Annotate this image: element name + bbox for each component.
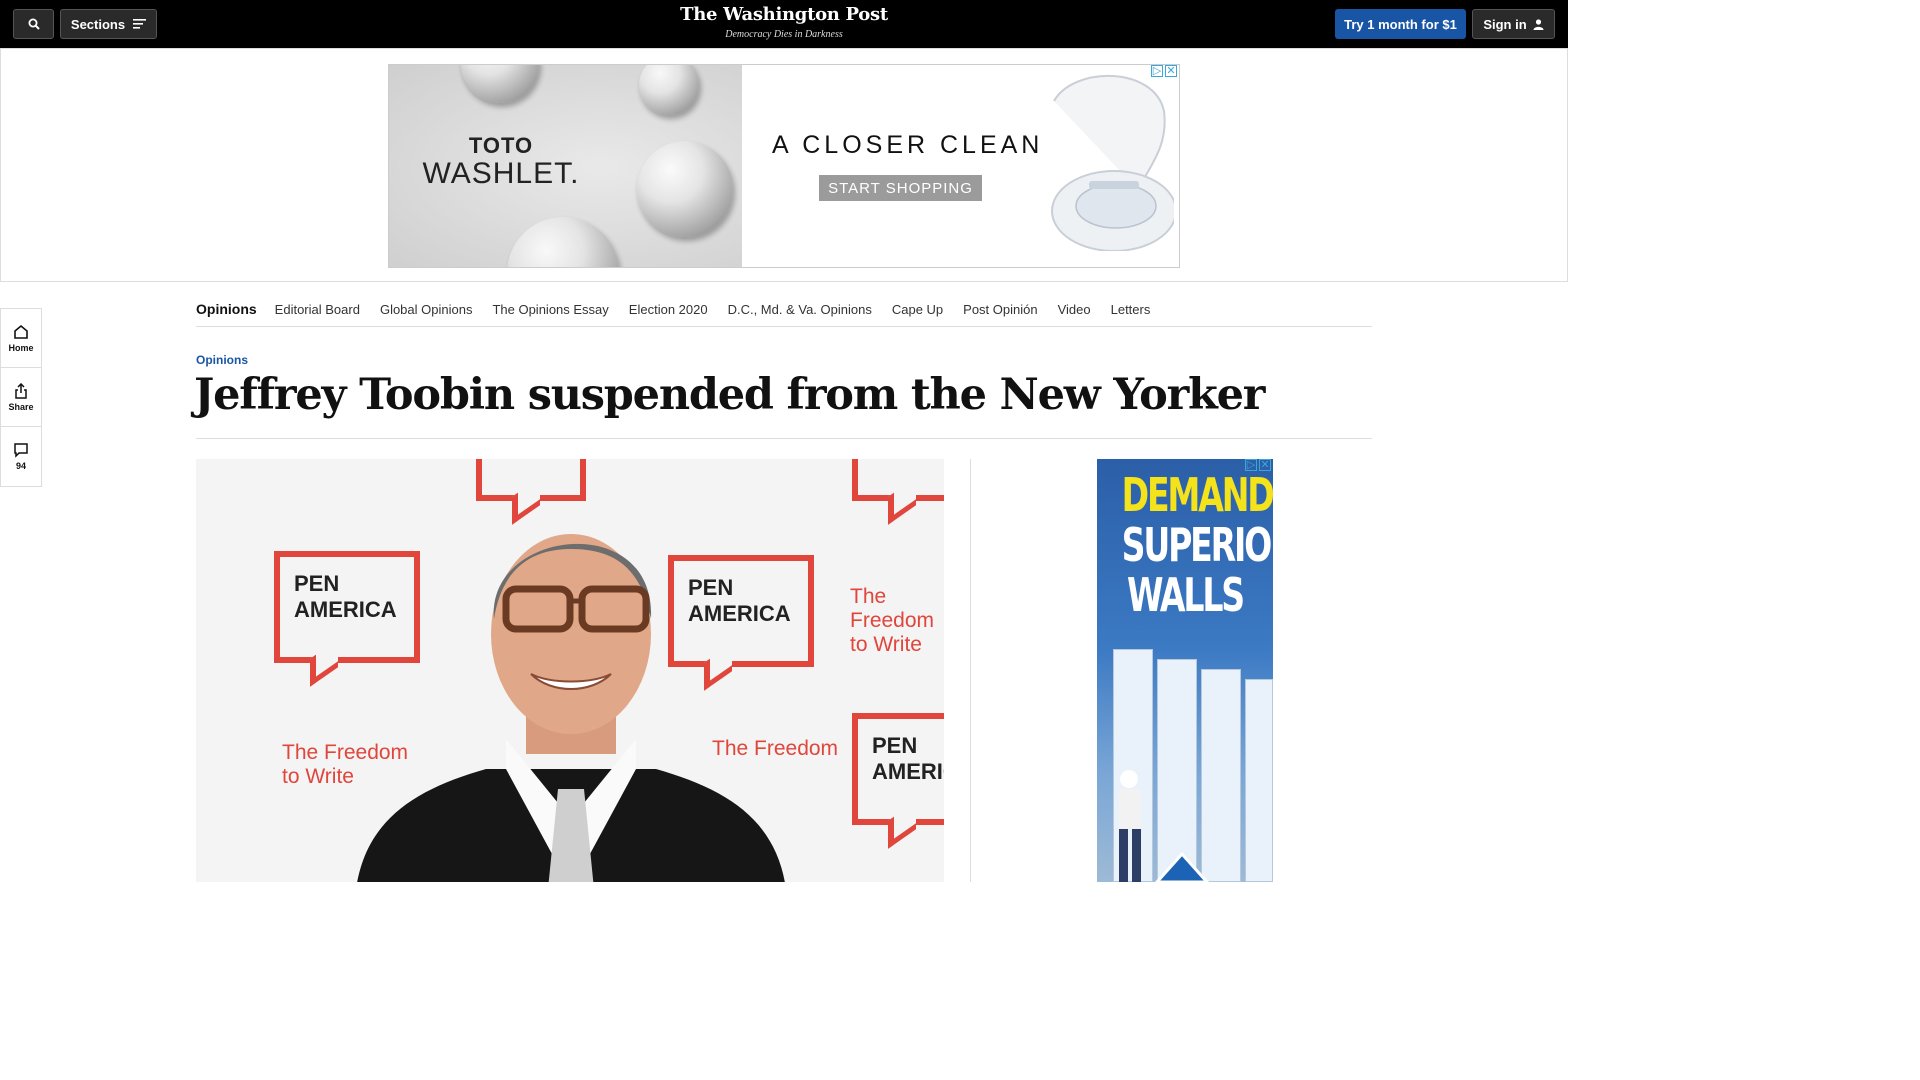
ad-info-icon[interactable]: ▷ (1151, 65, 1163, 77)
masthead[interactable]: The Washington Post Democracy Dies in Da… (0, 4, 1568, 42)
ad-water-drops-image: TOTO WASHLET. (389, 65, 742, 267)
rail-comments[interactable]: 94 (1, 427, 41, 486)
top-ad-banner[interactable]: TOTO WASHLET. A CLOSER CLEAN START SHOPP… (388, 64, 1180, 268)
site-logo[interactable]: The Washington Post (0, 4, 1568, 26)
share-icon (15, 382, 27, 399)
ad-choices[interactable]: ▷ ✕ (1151, 65, 1177, 77)
subnav-editorial-board[interactable]: Editorial Board (275, 302, 360, 317)
ad-close-icon[interactable]: ✕ (1259, 459, 1271, 471)
rail-share-label: Share (8, 401, 34, 412)
subnav-cape-up[interactable]: Cape Up (892, 302, 943, 317)
subscribe-trial-button[interactable]: Try 1 month for $1 (1335, 9, 1466, 39)
ad-close-icon[interactable]: ✕ (1165, 65, 1177, 77)
column-divider (970, 459, 971, 882)
freedom-to-write-text: The Freedom to Write (850, 585, 935, 656)
subnav-opinions-essay[interactable]: The Opinions Essay (492, 302, 608, 317)
subnav-election-2020[interactable]: Election 2020 (629, 302, 708, 317)
left-rail: Home Share 94 (0, 308, 42, 487)
user-icon (1533, 18, 1544, 30)
ad-info-icon[interactable]: ▷ (1245, 459, 1257, 471)
worker-figure (1119, 770, 1210, 882)
article-kicker[interactable]: Opinions (196, 353, 248, 367)
toilet-seat-image (1051, 74, 1174, 251)
comment-icon (14, 443, 28, 458)
rail-home-label: Home (8, 342, 34, 353)
side-ad[interactable]: DEMAND SUPERIOR WALLS ▷ ✕ (1097, 459, 1273, 882)
pen-america-logo: PENAMERICA (852, 713, 944, 825)
sign-in-button[interactable]: Sign in (1472, 9, 1555, 39)
subnav-local-opinions[interactable]: D.C., Md. & Va. Opinions (728, 302, 872, 317)
home-icon (14, 324, 28, 339)
site-tagline: Democracy Dies in Darkness (725, 29, 843, 40)
opinions-subnav: Opinions Editorial Board Global Opinions… (196, 292, 1372, 327)
side-ad-line1: DEMAND (1121, 468, 1273, 522)
article-photo[interactable]: PENAMERICA PENAMERICA PENAMERICA The Fre… (196, 459, 944, 882)
comments-count: 94 (15, 461, 26, 471)
subnav-opinions[interactable]: Opinions (196, 301, 257, 317)
rail-share[interactable]: Share (1, 368, 41, 427)
article-headline: Jeffrey Toobin suspended from the New Yo… (194, 370, 1265, 420)
top-bar: Sections The Washington Post Democracy D… (0, 0, 1568, 48)
side-ad-line2: SUPERIOR (1121, 518, 1273, 572)
side-ad-choices[interactable]: ▷ ✕ (1245, 459, 1271, 471)
pen-america-logo (852, 459, 944, 501)
portrait-figure (357, 534, 785, 882)
ad-brand-logo: TOTO WASHLET. (422, 133, 580, 190)
subnav-post-opinion[interactable]: Post Opinión (963, 302, 1037, 317)
subnav-video[interactable]: Video (1058, 302, 1091, 317)
side-ad-line3: WALLS (1127, 568, 1245, 622)
subnav-letters[interactable]: Letters (1111, 302, 1151, 317)
ad-headline: A CLOSER CLEAN (772, 131, 1044, 159)
headline-divider (196, 438, 1372, 439)
sign-in-label: Sign in (1483, 16, 1527, 32)
rail-home[interactable]: Home (1, 309, 41, 368)
ad-cta-button[interactable]: START SHOPPING (819, 175, 982, 201)
subnav-global-opinions[interactable]: Global Opinions (380, 302, 473, 317)
